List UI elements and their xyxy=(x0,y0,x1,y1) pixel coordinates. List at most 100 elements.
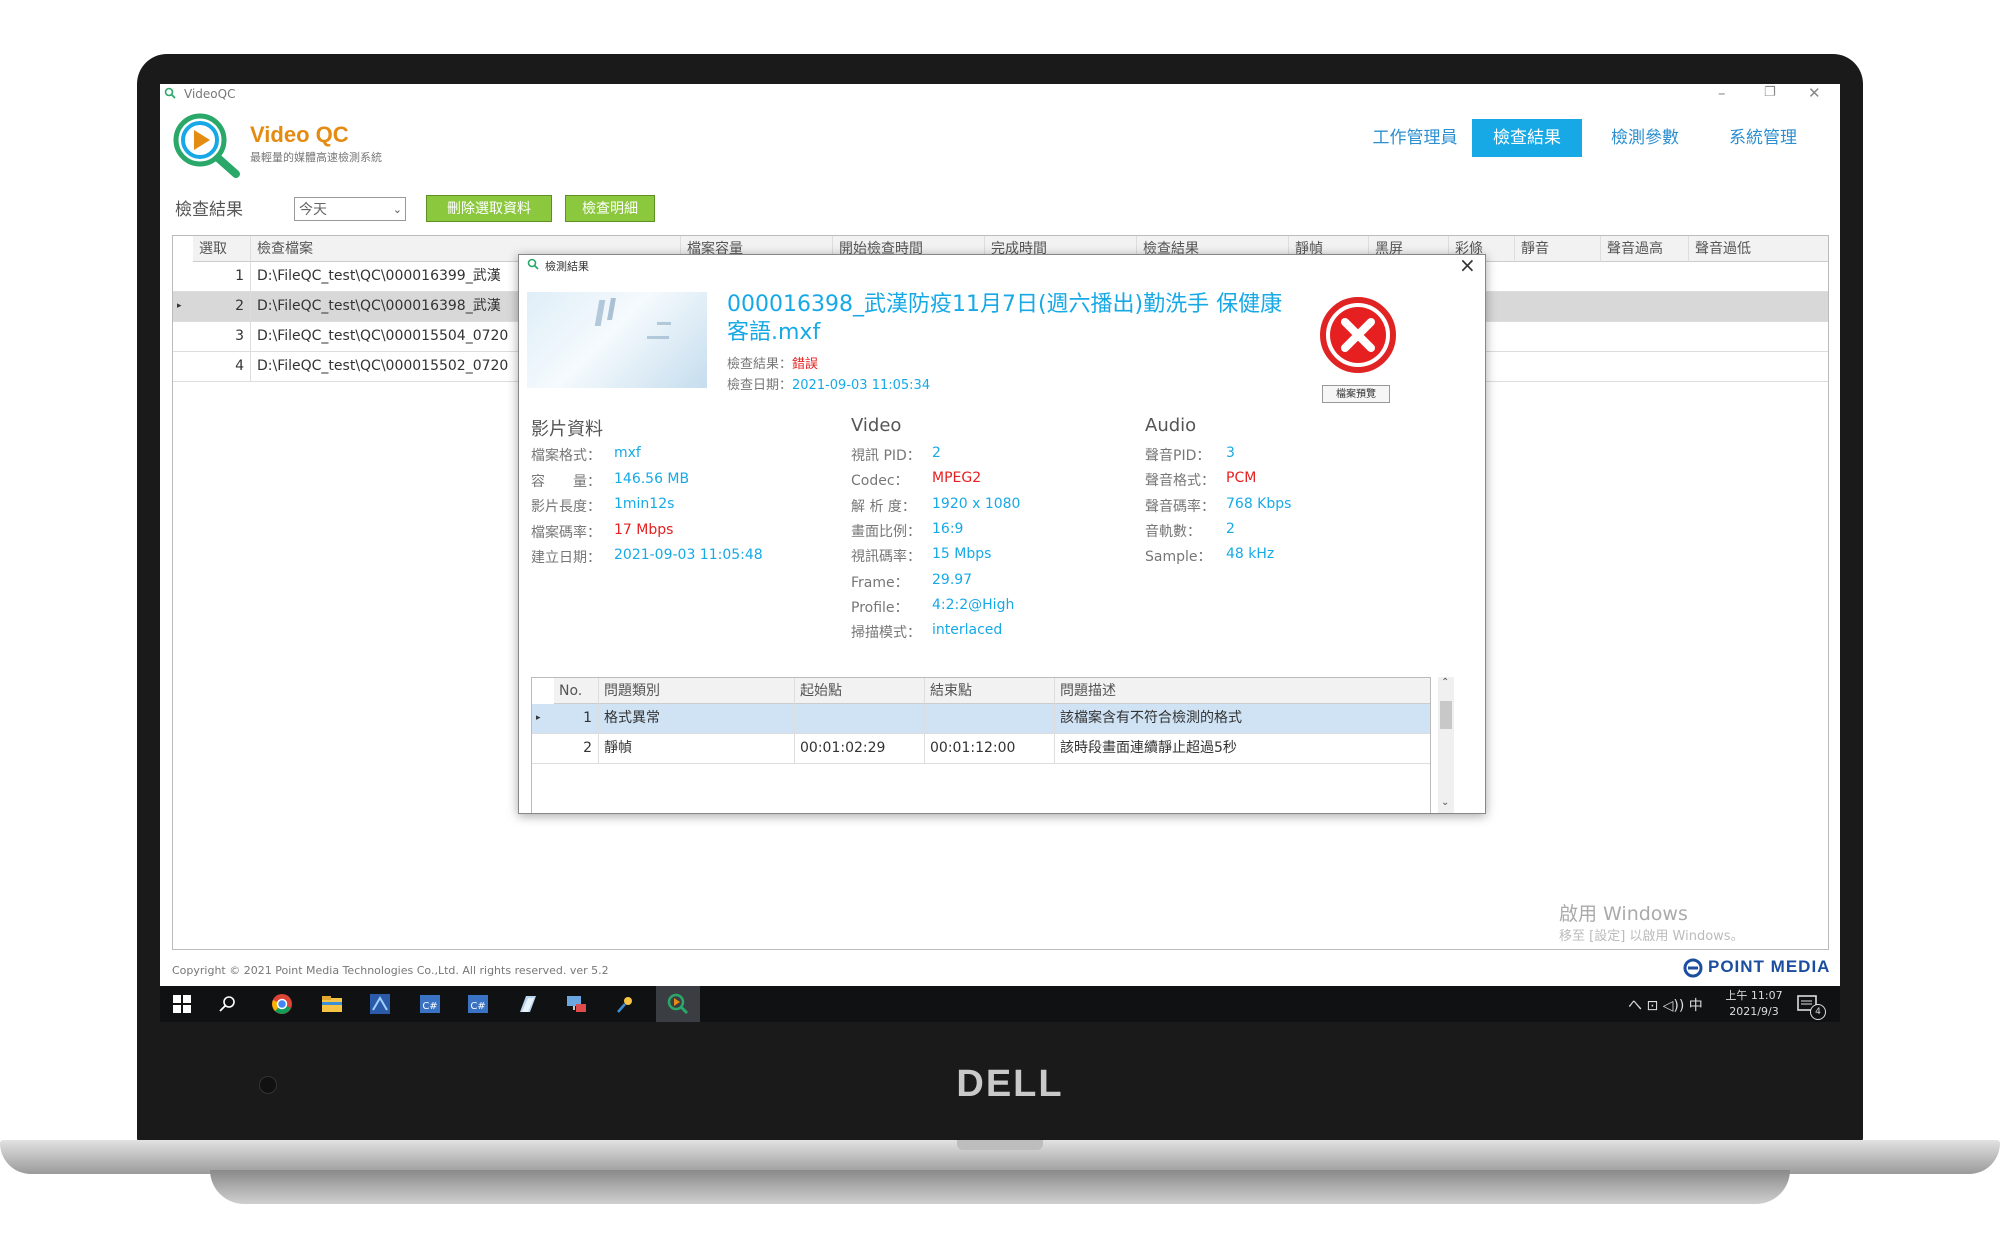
issue-end: 00:01:12:00 xyxy=(925,734,1055,763)
col-silence[interactable]: 靜音 xyxy=(1515,236,1601,262)
col-audio-high[interactable]: 聲音過高 xyxy=(1601,236,1689,262)
issue-start xyxy=(795,704,925,733)
video-qc-taskbar-icon[interactable] xyxy=(666,992,690,1016)
field-label: 掃描模式： xyxy=(851,625,921,642)
screen: VideoQC – ❐ ✕ Video QC 最輕量的媒體高速檢測系統 工作管理… xyxy=(160,84,1840,1022)
video-info-heading: 影片資料 xyxy=(531,419,603,440)
field-value: 17 Mbps xyxy=(614,521,674,538)
issue-end xyxy=(925,704,1055,733)
field-value: mxf xyxy=(614,445,641,461)
field-label: Profile： xyxy=(851,599,909,616)
field-value: 1920 x 1080 xyxy=(932,495,1021,512)
field-label: 音軌數： xyxy=(1145,523,1201,540)
field-label: 影片長度： xyxy=(531,499,601,515)
svg-text:C#: C# xyxy=(422,1001,437,1012)
row-pointer-icon: ▸ xyxy=(177,301,182,311)
laptop-base-bottom xyxy=(210,1170,1790,1204)
issue-col-start[interactable]: 起始點 xyxy=(795,678,925,704)
check-detail-button[interactable]: 檢查明細 xyxy=(565,195,655,222)
window-titlebar: VideoQC – ❐ ✕ xyxy=(160,84,1840,106)
nav-system-admin[interactable]: 系統管理 xyxy=(1708,119,1818,157)
date-filter-select[interactable]: 今天 ⌄ xyxy=(294,197,406,221)
field-label: 聲音碼率： xyxy=(1145,498,1215,515)
col-select[interactable]: 選取 xyxy=(193,236,251,262)
dialog-title: 檢測結果 xyxy=(545,260,589,273)
issue-col-category[interactable]: 問題類別 xyxy=(599,678,795,704)
issue-row[interactable]: 2 靜幀 00:01:02:29 00:01:12:00 該時段畫面連續靜止超過… xyxy=(532,734,1430,764)
notes-icon[interactable] xyxy=(516,992,540,1016)
field-value: 48 kHz xyxy=(1226,546,1275,563)
csharp-icon[interactable]: C# xyxy=(418,992,442,1016)
field-label: 聲音PID： xyxy=(1145,448,1211,464)
audio-heading: Audio xyxy=(1145,415,1197,436)
clock-date: 2021/9/3 xyxy=(1729,1005,1779,1018)
laptop-notch xyxy=(957,1140,1043,1150)
search-icon[interactable] xyxy=(218,994,238,1014)
field-value: 16:9 xyxy=(932,520,964,537)
close-button[interactable]: ✕ xyxy=(1808,84,1821,102)
brand-name: Video QC xyxy=(250,122,349,147)
col-audio-low[interactable]: 聲音過低 xyxy=(1689,236,1828,262)
nav-check-results[interactable]: 檢查結果 xyxy=(1472,119,1582,157)
field-value: 3 xyxy=(1226,445,1235,461)
row-pointer-icon: ▸ xyxy=(536,713,541,723)
issue-category: 靜幀 xyxy=(599,734,795,763)
field-value: 2021-09-03 11:05:48 xyxy=(614,547,763,563)
activation-title: 啟用 Windows xyxy=(1559,903,1688,925)
field-label: 檔案格式： xyxy=(531,448,601,464)
delete-selected-button[interactable]: 刪除選取資料 xyxy=(426,195,552,222)
activation-subtitle: 移至 [設定] 以啟用 Windows。 xyxy=(1559,929,1744,944)
system-tray[interactable]: へ ⊡ ◁)) 中 xyxy=(1628,995,1703,1015)
clock-time: 上午 11:07 xyxy=(1725,989,1783,1002)
file-preview-button[interactable]: 檔案預覽 xyxy=(1322,385,1390,403)
result-label: 檢查結果： xyxy=(727,357,793,372)
minimize-button[interactable]: – xyxy=(1718,84,1726,102)
issues-scrollbar[interactable]: ⌃ ⌄ xyxy=(1438,677,1454,813)
field-label: 檔案碼率： xyxy=(531,524,601,541)
error-x-icon xyxy=(1320,297,1396,373)
issues-table: No. 問題類別 起始點 結束點 問題描述 ▸ 1 格式異常 該檔案含有不符合檢… xyxy=(531,677,1431,813)
issue-row[interactable]: ▸ 1 格式異常 該檔案含有不符合檢測的格式 xyxy=(532,704,1430,734)
svg-text:C#: C# xyxy=(470,1001,485,1012)
field-value: 768 Kbps xyxy=(1226,495,1292,512)
field-value: 29.97 xyxy=(932,571,973,588)
app-icon-small xyxy=(164,87,176,99)
windows-start-icon[interactable] xyxy=(172,994,192,1014)
dialog-icon xyxy=(527,258,539,270)
restore-button[interactable]: ❐ xyxy=(1764,85,1776,100)
field-label: 畫面比例： xyxy=(851,523,921,540)
issue-col-desc[interactable]: 問題描述 xyxy=(1055,678,1430,704)
date-line: 檢查日期：2021-09-03 11:05:34 xyxy=(727,374,930,393)
scroll-thumb[interactable] xyxy=(1440,701,1452,729)
video-heading: Video xyxy=(851,415,902,436)
nav-task-manager[interactable]: 工作管理員 xyxy=(1360,119,1470,157)
taskbar-clock[interactable]: 上午 11:07 2021/9/3 xyxy=(1724,988,1784,1020)
issue-no: 1 xyxy=(554,704,599,733)
scroll-down-icon[interactable]: ⌄ xyxy=(1441,797,1449,808)
issue-col-end[interactable]: 結束點 xyxy=(925,678,1055,704)
issue-desc: 該時段畫面連續靜止超過5秒 xyxy=(1060,740,1237,756)
date-label: 檢查日期： xyxy=(727,378,793,393)
field-label: 聲音格式： xyxy=(1145,473,1215,490)
issue-col-no[interactable]: No. xyxy=(554,678,599,704)
nav-check-parameters[interactable]: 檢測參數 xyxy=(1590,119,1700,157)
network-icon[interactable] xyxy=(564,992,588,1016)
field-value: PCM xyxy=(1226,470,1257,487)
file-explorer-icon[interactable] xyxy=(320,992,344,1016)
chrome-icon[interactable] xyxy=(270,992,294,1016)
row-number: 3 xyxy=(193,322,251,351)
field-value: 146.56 MB xyxy=(614,470,690,487)
scroll-up-icon[interactable]: ⌃ xyxy=(1441,677,1449,688)
check-result-dialog: 檢測結果 × 000016398_武漢防疫11月7日(週六播出)勤洗手 保健康 … xyxy=(518,253,1486,814)
tool-icon[interactable] xyxy=(614,992,638,1016)
dialog-close-button[interactable]: × xyxy=(1459,253,1476,277)
row-number: 1 xyxy=(193,262,251,291)
result-line: 檢查結果：錯誤 xyxy=(727,353,818,372)
notification-badge: 4 xyxy=(1810,1004,1826,1020)
results-label: 檢查結果 xyxy=(175,200,243,220)
csharp-icon-2[interactable]: C# xyxy=(466,992,490,1016)
app-icon-1[interactable] xyxy=(368,992,392,1016)
date-filter-value: 今天 xyxy=(299,202,327,218)
chevron-down-icon: ⌄ xyxy=(392,203,402,216)
field-label: 容 量： xyxy=(531,473,601,490)
